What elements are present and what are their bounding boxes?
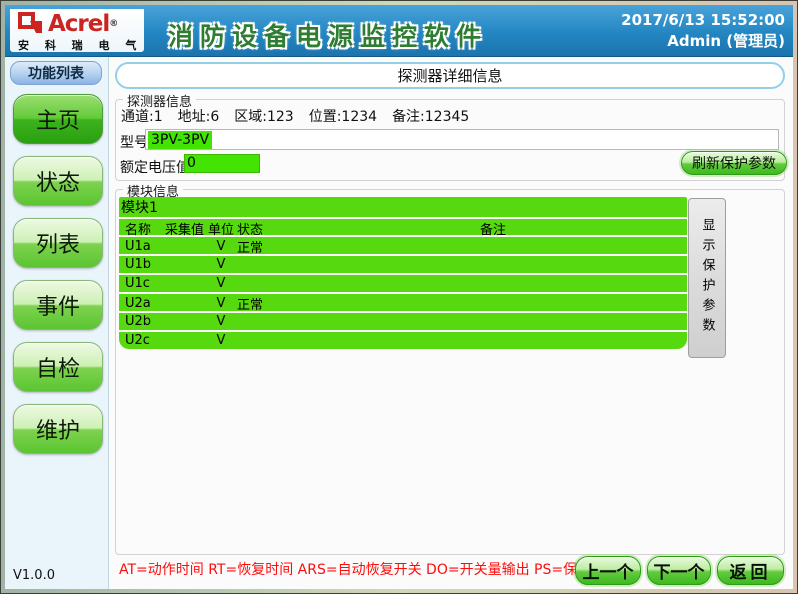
cell-unit: V	[205, 257, 237, 272]
module-info-group: 模块信息 模块1 名称 采集值 单位 状态 备注 U1aV正常U1bVU1cVU…	[115, 189, 785, 555]
model-input[interactable]: 3PV-3PV	[145, 129, 779, 150]
cell-status: 正常	[237, 237, 299, 256]
app-window: Acrel® 安 科 瑞 电 气 消防设备电源监控软件 2017/6/13 15…	[0, 0, 798, 594]
table-row[interactable]: U2a V正常	[119, 294, 687, 311]
cell-unit: V	[205, 296, 237, 311]
header-note: 备注	[299, 219, 687, 238]
datetime-label: 2017/6/13 15:52:00	[621, 10, 785, 31]
header-status: 状态	[237, 219, 299, 238]
back-button[interactable]: 返回	[717, 556, 784, 585]
header-unit: 单位	[205, 219, 237, 238]
cell-name: U1b	[125, 257, 165, 272]
rated-voltage-input[interactable]: 0	[184, 154, 260, 173]
header-name: 名称	[125, 219, 165, 238]
sidebar: 功能列表 主页 状态 列表 事件 自检 维护 V1.0.0	[5, 57, 109, 589]
module-table-body: U1aV正常U1bVU1cVU2aV正常U2bVU2cV	[119, 237, 687, 349]
sidebar-item-maintain[interactable]: 维护	[13, 404, 103, 454]
channel-value: 通道:1	[121, 106, 163, 126]
cell-name: U1c	[125, 276, 165, 291]
cell-unit: V	[205, 239, 237, 254]
sidebar-item-events[interactable]: 事件	[13, 280, 103, 330]
address-value: 地址:6	[178, 106, 220, 126]
cell-name: U2b	[125, 314, 165, 329]
cell-unit: V	[205, 314, 237, 329]
logo-subtitle: 安 科 瑞 电 气	[18, 37, 138, 53]
sidebar-item-status[interactable]: 状态	[13, 156, 103, 206]
table-row[interactable]: U1c V	[119, 275, 687, 292]
cell-status: 正常	[237, 294, 299, 313]
sidebar-item-selftest[interactable]: 自检	[13, 342, 103, 392]
table-row[interactable]: U2c V	[119, 332, 687, 349]
logo-panel: Acrel® 安 科 瑞 电 气	[10, 9, 144, 52]
module-table: 模块1 名称 采集值 单位 状态 备注 U1aV正常U1bVU1cVU2aV正常…	[119, 197, 687, 349]
table-header-row: 名称 采集值 单位 状态 备注	[119, 219, 687, 235]
app-title: 消防设备电源监控软件	[168, 17, 488, 53]
cell-name: U2c	[125, 333, 165, 348]
user-label: Admin (管理员)	[621, 31, 785, 52]
page-title: 探测器详细信息	[115, 62, 785, 89]
main-panel: 探测器详细信息 探测器信息 通道:1 地址:6 区域:123 位置:1234 备…	[109, 57, 793, 589]
function-list-header[interactable]: 功能列表	[10, 61, 102, 85]
remark-value: 备注:12345	[392, 106, 469, 126]
cell-name: U1a	[125, 239, 165, 254]
model-value-highlighted: 3PV-3PV	[148, 131, 212, 149]
cell-unit: V	[205, 333, 237, 348]
previous-button[interactable]: 上一个	[575, 556, 641, 585]
table-row[interactable]: U1a V正常	[119, 237, 687, 254]
registered-mark: ®	[109, 19, 117, 29]
cell-name: U2a	[125, 296, 165, 311]
position-value: 位置:1234	[309, 106, 377, 126]
header-bar: Acrel® 安 科 瑞 电 气 消防设备电源监控软件 2017/6/13 15…	[5, 5, 793, 57]
next-button[interactable]: 下一个	[647, 556, 711, 585]
header-value: 采集值	[165, 219, 205, 238]
table-row[interactable]: U2b V	[119, 313, 687, 330]
zone-value: 区域:123	[234, 106, 293, 126]
module-title-bar: 模块1	[119, 197, 687, 217]
sidebar-item-list[interactable]: 列表	[13, 218, 103, 268]
acrel-logo-icon	[18, 12, 44, 36]
cell-unit: V	[205, 276, 237, 291]
refresh-protection-params-button[interactable]: 刷新保护参数	[681, 151, 787, 175]
show-protection-params-button[interactable]: 显示保护参数	[688, 198, 726, 358]
version-label: V1.0.0	[13, 568, 55, 583]
app-content: Acrel® 安 科 瑞 电 气 消防设备电源监控软件 2017/6/13 15…	[5, 5, 793, 589]
sidebar-item-home[interactable]: 主页	[13, 94, 103, 144]
table-row[interactable]: U1b V	[119, 256, 687, 273]
abbreviation-legend: AT=动作时间 RT=恢复时间 ARS=自动恢复开关 DO=开关量输出 PS=保…	[119, 559, 619, 579]
detector-info-group: 探测器信息 通道:1 地址:6 区域:123 位置:1234 备注:12345 …	[115, 99, 785, 181]
detector-info-line: 通道:1 地址:6 区域:123 位置:1234 备注:12345	[121, 106, 469, 126]
logo-text: Acrel®	[48, 12, 117, 36]
